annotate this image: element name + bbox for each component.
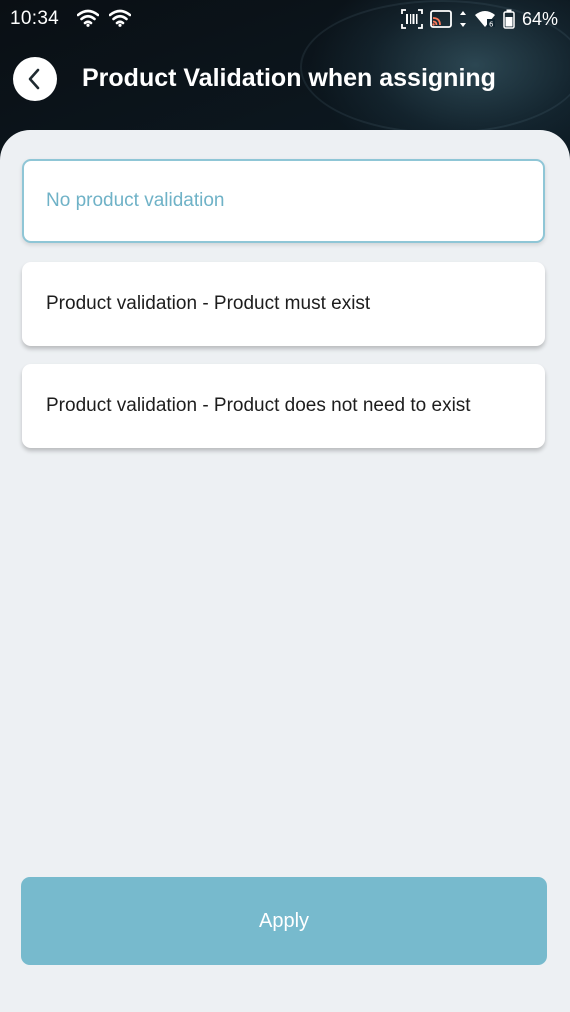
chevron-left-icon <box>28 68 40 90</box>
data-arrows-icon <box>459 11 466 27</box>
status-right-group: 6 64% <box>401 8 558 30</box>
status-time: 10:34 <box>10 8 60 29</box>
cast-icon <box>430 10 452 28</box>
barcode-scanner-icon <box>401 9 423 29</box>
option-product-not-need-exist[interactable]: Product validation - Product does not ne… <box>22 364 545 448</box>
wifi-icon <box>77 9 99 27</box>
option-no-product-validation[interactable]: No product validation <box>22 159 545 243</box>
option-label: No product validation <box>46 190 225 211</box>
back-button[interactable] <box>13 57 57 101</box>
option-product-must-exist[interactable]: Product validation - Product must exist <box>22 262 545 346</box>
battery-icon <box>503 9 515 29</box>
screen: 10:34 6 64% Product Validation when assi… <box>0 0 570 1012</box>
apply-button[interactable]: Apply <box>21 877 547 965</box>
page-title: Product Validation when assigning <box>82 64 496 92</box>
options-panel: No product validation Product validation… <box>0 130 570 1012</box>
option-label: Product validation - Product does not ne… <box>46 395 471 416</box>
option-label: Product validation - Product must exist <box>46 293 371 314</box>
wifi-signal-icon: 6 <box>474 11 495 29</box>
wifi-icon <box>109 9 131 27</box>
battery-percent: 64% <box>521 8 558 29</box>
svg-text:6: 6 <box>489 21 494 29</box>
status-bar: 10:34 6 64% <box>0 0 570 38</box>
